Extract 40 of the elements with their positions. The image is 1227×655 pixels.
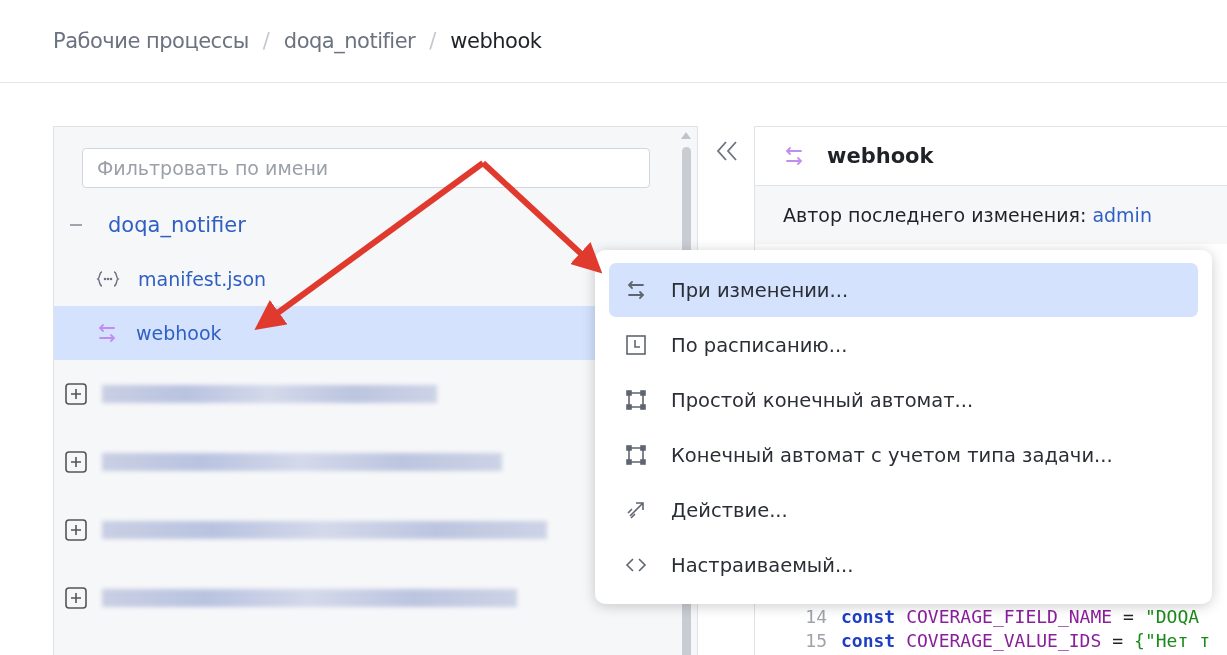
code-token: const (841, 629, 896, 651)
expand-icon[interactable] (64, 586, 88, 610)
expand-icon[interactable] (64, 382, 88, 406)
filter-field[interactable]: Фильтровать по имени (82, 148, 650, 188)
code-token: const (841, 605, 896, 627)
tree-folder[interactable]: doqa_notifier (108, 213, 246, 237)
code-token: COVERAGE_FIELD_NAME (906, 605, 1113, 627)
menu-item[interactable]: Простой конечный автомат... (609, 373, 1198, 427)
nodes-square-icon (625, 389, 647, 411)
expand-icon[interactable] (64, 518, 88, 542)
menu-item[interactable]: Настраиваемый... (609, 538, 1198, 592)
braces-icon (96, 270, 120, 288)
nodes-square-icon (625, 444, 647, 466)
author-label: Автор последнего изменения: (783, 204, 1087, 226)
code-token: "DOQA (1144, 605, 1200, 627)
editor-title: webhook (827, 144, 934, 168)
code-token: = (1112, 629, 1124, 651)
code-token: COVERAGE_VALUE_IDS (906, 629, 1102, 651)
breadcrumb: webhook (450, 29, 542, 53)
breadcrumb-separator: / (262, 29, 270, 53)
line-number: 14 (804, 605, 828, 627)
double-chevron-icon (715, 140, 739, 162)
menu-item[interactable]: Действие... (609, 483, 1198, 537)
line-number: 15 (804, 629, 828, 651)
arrow-icon (625, 499, 647, 521)
swap-arrows-icon (96, 322, 118, 344)
swap-arrows-icon (625, 279, 647, 301)
code-token: {"Нет т (1134, 629, 1210, 651)
breadcrumb-separator: / (429, 29, 437, 53)
expand-icon[interactable] (64, 450, 88, 474)
breadcrumb[interactable]: doqa_notifier (283, 29, 416, 53)
menu-item[interactable]: Конечный автомат с учетом типа задачи... (609, 428, 1198, 482)
author-link[interactable]: admin (1092, 204, 1152, 226)
file-name: manifest.json (138, 268, 267, 290)
breadcrumb[interactable]: Рабочие процессы (53, 29, 249, 53)
swap-arrows-icon (783, 145, 805, 167)
clock-square-icon (625, 334, 647, 356)
file-name: webhook (136, 322, 222, 344)
menu-item[interactable]: При изменении... (609, 263, 1198, 317)
code-token: = (1123, 605, 1134, 627)
